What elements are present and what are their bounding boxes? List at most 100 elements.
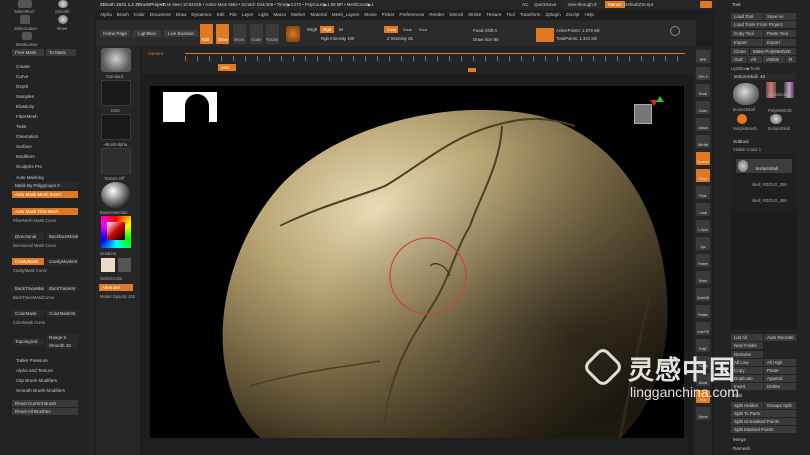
tool-panel-title[interactable]: Tool	[732, 2, 740, 7]
all-button[interactable]: All	[748, 56, 762, 63]
remesh-section[interactable]: Remesh	[733, 446, 750, 451]
main-color-swatch[interactable]	[101, 258, 115, 272]
move-icon[interactable]	[58, 15, 68, 24]
sync-icon[interactable]	[670, 26, 680, 36]
mask-lasso-icon[interactable]	[22, 32, 32, 40]
mrgb-button[interactable]: Mrgb	[304, 26, 318, 33]
view-button-scroll[interactable]: Scroll	[696, 84, 710, 97]
left-menu-item[interactable]: Orientation	[16, 132, 86, 142]
view-button-zoom[interactable]: Zoom	[696, 101, 710, 114]
select-lasso-icon[interactable]	[20, 15, 30, 24]
menu-help[interactable]: Help	[584, 10, 593, 19]
draw-size-slider[interactable]: Draw Size 85	[470, 36, 530, 43]
make-polymesh-button[interactable]: Make PolyMesh3D	[750, 48, 796, 55]
menu-macro[interactable]: Macro	[273, 10, 286, 19]
fibermesh-mask-curve[interactable]: FiberMesh Mask Curve	[13, 218, 56, 223]
m-button[interactable]: M	[336, 26, 346, 33]
subtool-name-1[interactable]: skull_REDUX_250	[752, 182, 787, 187]
delete-button[interactable]: Delete	[764, 383, 796, 390]
left-menu-item[interactable]: Samples	[16, 92, 86, 102]
append-button[interactable]: Append	[764, 375, 796, 382]
directional-button[interactable]: Directional	[12, 233, 44, 240]
menus-toggle[interactable]: Menus	[605, 1, 625, 8]
z-intensity-slider[interactable]: Z Intensity 25	[384, 35, 444, 42]
lightbox-button[interactable]: LightBox	[133, 30, 161, 37]
menu-zplugin[interactable]: Zplugin	[546, 10, 561, 19]
view-button-xpose[interactable]: Xpose	[696, 407, 710, 420]
brush-alpha-icon[interactable]	[101, 114, 131, 140]
menu-transform[interactable]: Transform	[520, 10, 541, 19]
zcut-button[interactable]: Zcut	[416, 26, 430, 33]
backtrace-mask-curve[interactable]: BackTraceMaskCurve	[13, 295, 54, 300]
paste-tool-button[interactable]: Paste Tool	[764, 30, 796, 37]
view-button-move[interactable]: Move	[696, 271, 710, 284]
auto-mask-fibermesh-button[interactable]: Auto Mask FiberMesh	[12, 208, 78, 215]
topological-button[interactable]: Topological	[12, 338, 44, 345]
left-menu-item[interactable]: Modifiers	[16, 152, 86, 162]
smooth-slider[interactable]: Smooth 10	[46, 342, 78, 349]
goz-button[interactable]: GoZ	[731, 56, 747, 63]
view-button-floor[interactable]: Floor	[696, 186, 710, 199]
view-button-line-fill[interactable]: Line Fill	[696, 322, 710, 335]
navigation-cube[interactable]	[634, 104, 652, 124]
subtool-scrollbar[interactable]	[731, 210, 797, 330]
menu-zscript[interactable]: Zscript	[566, 10, 580, 19]
cavity-mask-int-slider[interactable]: CavityMaskInt	[46, 258, 78, 265]
tool-thumb-skull-2[interactable]	[770, 114, 782, 124]
range-slider[interactable]: Range 5	[46, 334, 78, 341]
list-all-button[interactable]: List All	[731, 334, 763, 341]
all-high-button[interactable]: All High	[764, 359, 796, 366]
r-button[interactable]: R	[786, 56, 796, 63]
backtrace-int-slider[interactable]: BackTraceInt	[46, 285, 78, 292]
ac-label[interactable]: AC	[522, 2, 528, 7]
menu-stencil[interactable]: Stencil	[449, 10, 463, 19]
default-zscript[interactable]: DefaultZScript	[624, 2, 653, 7]
menu-layer[interactable]: Layer	[242, 10, 254, 19]
clone-button[interactable]: Clone	[731, 48, 749, 55]
menu-alpha[interactable]: Alpha	[100, 10, 112, 19]
menu-preferences[interactable]: Preferences	[399, 10, 424, 19]
window-controls[interactable]	[700, 1, 712, 8]
texture-off-icon[interactable]	[101, 148, 131, 174]
menu-color[interactable]: Color	[134, 10, 145, 19]
view-button-frame[interactable]: Frame	[696, 254, 710, 267]
split-masked-button[interactable]: Split Masked Points	[731, 426, 796, 433]
menu-tool[interactable]: Tool	[506, 10, 514, 19]
home-page-button[interactable]: Home Page	[100, 30, 130, 37]
alpha-preview-thumb[interactable]	[163, 92, 217, 122]
timeline-track[interactable]	[185, 53, 685, 54]
menu-dynamics[interactable]: Dynamics	[191, 10, 211, 19]
split-to-parts-button[interactable]: Split To Parts	[731, 410, 796, 417]
new-folder-button[interactable]: New Folder	[731, 342, 763, 349]
menu-brush[interactable]: Brush	[117, 10, 129, 19]
reset-all-brushes-button[interactable]: Reset All Brushes	[12, 408, 78, 415]
split-hidden-button[interactable]: Split Hidden	[731, 402, 763, 409]
secondary-color-swatch[interactable]	[118, 258, 131, 272]
menu-mesh_layers[interactable]: Mesh_Layers	[332, 10, 360, 19]
mask-by-polygroups-slider[interactable]: Mask By Polygroups 0	[12, 182, 78, 189]
lightbox-tools-button[interactable]: Lightbox▶Tools	[731, 66, 760, 71]
view-button-local[interactable]: Local	[696, 203, 710, 216]
view-button-bpr[interactable]: BPR	[696, 50, 710, 63]
zadd-button[interactable]: Zadd	[384, 26, 398, 33]
directional-mask-curve[interactable]: Directional Mask Curve	[13, 243, 56, 248]
menu-stroke[interactable]: Stroke	[468, 10, 481, 19]
left-menu-item[interactable]: FiberMesh	[16, 112, 86, 122]
view-button-aahalf[interactable]: AAHalf	[696, 135, 710, 148]
zsub-button[interactable]: Zsub	[400, 26, 414, 33]
visible-button[interactable]: Visible	[763, 56, 785, 63]
color-mask-int-slider[interactable]: ColorMaskInt	[46, 310, 78, 317]
select-rect-icon[interactable]	[18, 0, 32, 8]
tool-thumb-skull[interactable]	[733, 83, 759, 105]
left-menu-item[interactable]: Tablet Pressure	[16, 356, 86, 366]
left-menu-item[interactable]: Elasticity	[16, 102, 86, 112]
menu-texture[interactable]: Texture	[486, 10, 501, 19]
focal-shift-slider[interactable]: Focal Shift 0	[470, 27, 530, 34]
seethrough-slider[interactable]: See-through 0	[565, 1, 601, 8]
tool-thumb-simplebrush[interactable]	[737, 114, 747, 124]
left-menu-item[interactable]: Clip Brush Modifiers	[16, 376, 86, 386]
menu-render[interactable]: Render	[429, 10, 444, 19]
left-menu-item[interactable]: Alpha and Texture	[16, 366, 86, 376]
live-boolean-button[interactable]: Live Boolean	[164, 30, 198, 37]
rgb-button[interactable]: Rgb	[320, 26, 334, 33]
